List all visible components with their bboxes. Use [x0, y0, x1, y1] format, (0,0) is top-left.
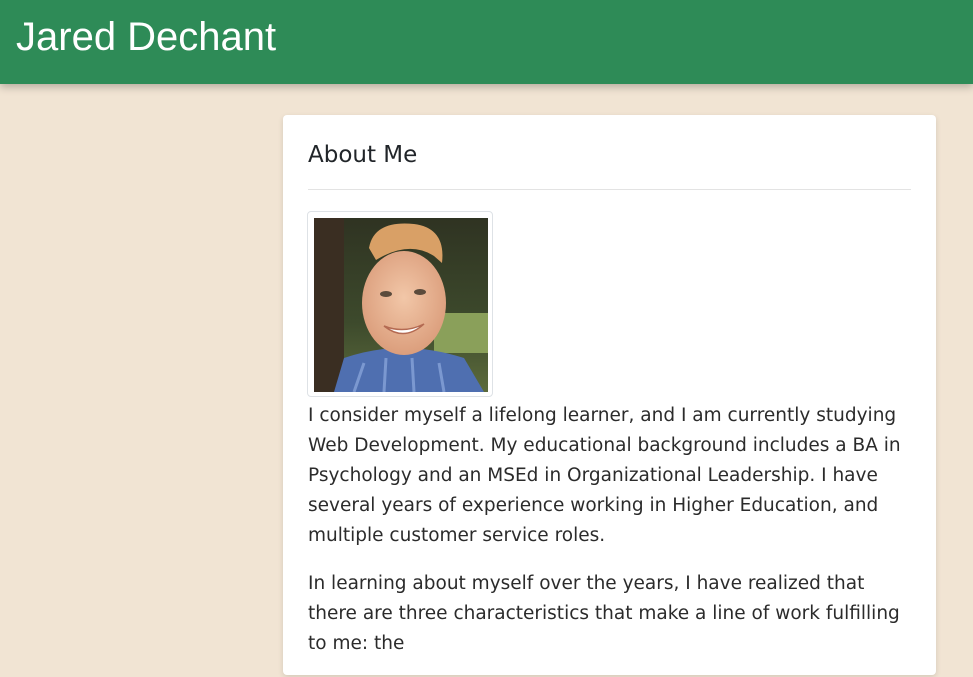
bio-text: I consider myself a lifelong learner, an…: [308, 401, 916, 677]
bio-paragraph-2: In learning about myself over the years,…: [308, 573, 900, 654]
about-card: About Me I consider myself a lifelong le…: [283, 115, 936, 675]
profile-photo-image: [314, 218, 488, 392]
site-header: Jared Dechant: [0, 0, 973, 84]
about-heading: About Me: [308, 142, 418, 168]
divider: [308, 189, 911, 190]
profile-photo: [307, 211, 493, 397]
bio-paragraph-1: I consider myself a lifelong learner, an…: [308, 405, 901, 546]
site-title[interactable]: Jared Dechant: [16, 14, 276, 60]
